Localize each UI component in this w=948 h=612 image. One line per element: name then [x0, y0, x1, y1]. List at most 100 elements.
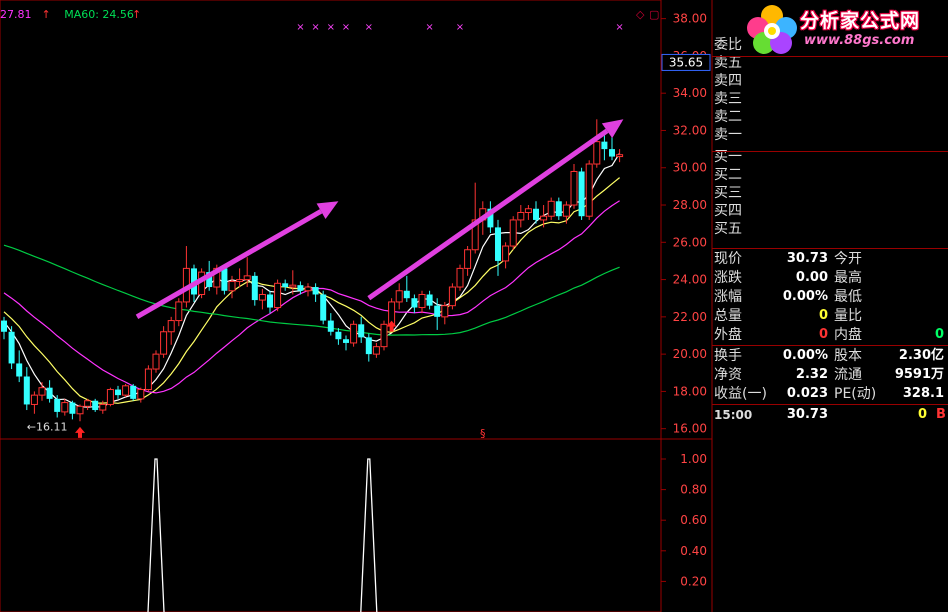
finance-row: 收益(一) 0.023 PE(动) 328.1	[714, 385, 948, 403]
candle-body-up	[38, 387, 46, 396]
candle-body-up	[289, 284, 297, 288]
candle-body-up	[456, 267, 464, 288]
ma-line-5	[3, 152, 621, 408]
candle-body-down	[533, 208, 539, 220]
window-toggle-icon[interactable]: ▢	[649, 8, 659, 21]
candle-body-up	[395, 290, 403, 303]
signal-spike	[360, 458, 378, 612]
logo-url: www.88gs.com	[804, 33, 915, 48]
price-tick-label: 38.00	[673, 12, 707, 26]
finance-row: 换手 0.00% 股本 2.30亿	[714, 347, 948, 365]
quote-row: 涨跌 0.00 最高	[714, 269, 948, 287]
candle-body-down	[282, 283, 289, 288]
trend-arrow-shaft	[135, 209, 323, 320]
candle-body-up	[175, 301, 183, 322]
candle-body-down	[297, 285, 304, 291]
quote-label: 总量	[714, 308, 742, 324]
quote-label: 现价	[714, 251, 742, 267]
candle-body-down	[365, 337, 372, 355]
quote-row: 外盘 0 内盘 0	[714, 326, 948, 344]
candle-body-up	[122, 385, 130, 396]
quote-value: 0	[818, 308, 828, 323]
quote-value: 9591万	[894, 367, 944, 382]
candle-body-down	[251, 275, 258, 301]
candle-body-up	[517, 211, 525, 221]
candle-body-up	[76, 405, 84, 415]
candle-body-down	[92, 400, 99, 411]
candlestick-series	[1, 119, 624, 422]
candle-body-down	[555, 201, 562, 217]
candle-body-up	[243, 275, 251, 281]
current-price-label: 35.65	[669, 55, 703, 69]
order-book-label: 卖一	[714, 127, 742, 143]
trend-arrows	[135, 119, 624, 320]
top-signal-mark: ×	[327, 22, 335, 33]
candle-body-up	[562, 204, 570, 217]
candle-body-up	[540, 215, 548, 221]
quote-value: 328.1	[902, 386, 944, 401]
candle-body-up	[106, 389, 114, 405]
candle-body-up	[524, 208, 532, 213]
quote-label: 最低	[834, 289, 862, 305]
quote-label: 量比	[834, 308, 862, 324]
quote-label: 今开	[834, 251, 862, 267]
quote-row: 现价 30.73 今开	[714, 250, 948, 268]
ma-legend-value: 27.81	[0, 8, 32, 21]
candle-body-down	[267, 294, 273, 308]
price-tick-label: 24.00	[673, 273, 707, 287]
quote-label: 股本	[834, 348, 862, 364]
quote-value: 2.32	[795, 367, 828, 382]
top-signal-mark: ×	[311, 22, 319, 33]
candle-body-up	[372, 346, 380, 355]
order-book-label: 买二	[714, 167, 742, 183]
candle-body-down	[601, 141, 608, 150]
low-price-label: ←16.11	[27, 421, 68, 434]
quote-label: 净资	[714, 367, 742, 383]
moving-average-lines	[3, 152, 621, 408]
top-signal-mark: ×	[342, 22, 350, 33]
top-signal-mark: ×	[296, 22, 304, 33]
price-tick-label: 30.00	[673, 161, 707, 175]
candle-body-up	[99, 403, 107, 411]
indicator-tick-label: 0.40	[680, 544, 707, 558]
order-book-label: 卖四	[714, 73, 742, 89]
candle-body-down	[54, 398, 61, 412]
order-book-label: 买三	[714, 185, 742, 201]
chart-grid	[0, 0, 713, 612]
candle-body-up	[30, 394, 38, 405]
diamond-icon[interactable]: ◇	[636, 8, 644, 21]
price-tick-label: 26.00	[673, 235, 707, 249]
candle-body-down	[343, 339, 349, 343]
top-signal-mark: ×	[365, 22, 373, 33]
quote-value: 0	[818, 327, 828, 342]
price-tick-label: 32.00	[673, 123, 707, 137]
quote-value: 30.73	[786, 251, 828, 266]
candle-body-down	[1, 320, 7, 332]
order-book-label: 卖二	[714, 109, 742, 125]
candle-body-up	[547, 200, 555, 217]
candle-body-up	[258, 293, 266, 301]
divider	[712, 56, 948, 57]
candle-body-down	[130, 385, 137, 399]
price-tick-label: 18.00	[673, 384, 707, 398]
candle-body-up	[418, 293, 426, 309]
candle-body-up	[441, 305, 449, 318]
candle-body-up	[380, 323, 388, 348]
divider	[712, 151, 948, 152]
candle-body-down	[8, 331, 15, 364]
candle-body-up	[152, 353, 160, 370]
quote-label: 最高	[834, 270, 862, 286]
candle-body-up	[509, 219, 517, 247]
candle-body-up	[350, 323, 358, 344]
quote-label: 涨跌	[714, 270, 742, 286]
trend-arrow-head	[601, 119, 624, 139]
candle-body-down	[358, 324, 365, 338]
candle-body-down	[327, 320, 334, 332]
candle-body-down	[16, 363, 23, 377]
indicator-tick-label: 0.60	[680, 513, 707, 527]
quote-label: PE(动)	[834, 386, 877, 402]
quote-value: 2.30亿	[898, 348, 944, 363]
candle-body-down	[426, 294, 433, 306]
indicator-signal	[147, 458, 378, 612]
quote-value: 0	[934, 327, 944, 342]
